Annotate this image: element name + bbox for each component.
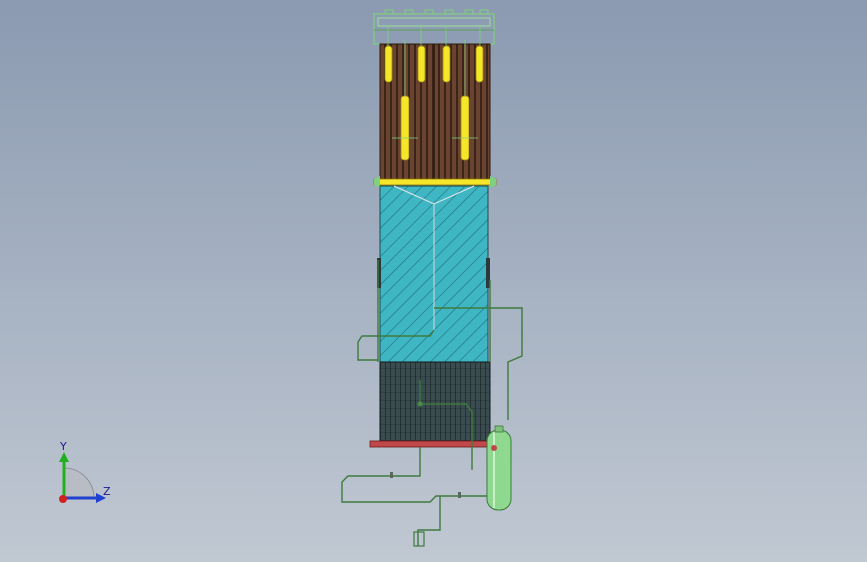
separator-vessel[interactable]: [486, 425, 512, 511]
upper-tube-bank[interactable]: [379, 43, 491, 181]
lower-tube-grid[interactable]: [379, 361, 491, 443]
orientation-triad[interactable]: Y Z: [50, 440, 120, 510]
z-axis-label: Z: [103, 485, 111, 498]
y-axis-label: Y: [60, 440, 67, 453]
base-plate[interactable]: [369, 440, 499, 448]
x-axis-dot: [59, 495, 67, 503]
cad-viewport[interactable]: [0, 0, 867, 562]
top-manifold[interactable]: [373, 9, 495, 45]
